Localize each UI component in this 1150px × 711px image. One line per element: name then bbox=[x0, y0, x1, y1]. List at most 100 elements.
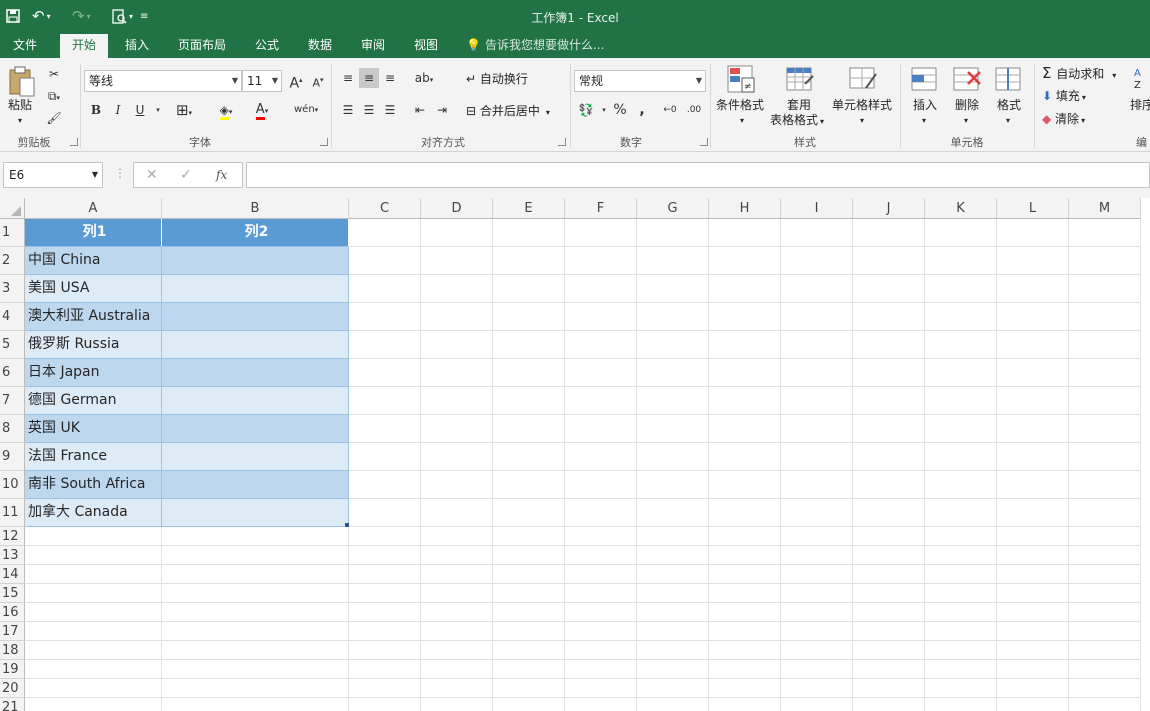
row-header[interactable]: 13 bbox=[0, 546, 25, 565]
cell[interactable] bbox=[565, 546, 637, 565]
cell[interactable] bbox=[1069, 275, 1141, 303]
fill-color-icon[interactable]: ◈▾ bbox=[216, 100, 236, 120]
select-all-corner[interactable] bbox=[0, 198, 25, 219]
cell[interactable] bbox=[565, 331, 637, 359]
chevron-down-icon[interactable]: ▾ bbox=[860, 114, 864, 128]
row-header[interactable]: 3 bbox=[0, 275, 25, 303]
sort-filter-icon[interactable]: AZ bbox=[1132, 64, 1150, 94]
cell[interactable] bbox=[349, 331, 421, 359]
cell[interactable] bbox=[997, 471, 1069, 499]
cell[interactable] bbox=[349, 247, 421, 275]
table-cell[interactable] bbox=[162, 303, 349, 331]
cell[interactable] bbox=[421, 443, 493, 471]
conditional-formatting-button[interactable]: 条件格式 bbox=[716, 98, 764, 112]
format-cells-button[interactable]: 格式 bbox=[997, 98, 1021, 112]
column-header[interactable]: H bbox=[709, 198, 781, 219]
cell[interactable] bbox=[997, 584, 1069, 603]
cell[interactable] bbox=[925, 303, 997, 331]
row-header[interactable]: 2 bbox=[0, 247, 25, 275]
cell[interactable] bbox=[925, 660, 997, 679]
format-as-table-icon[interactable] bbox=[785, 64, 815, 94]
cell[interactable] bbox=[493, 698, 565, 711]
cell[interactable] bbox=[709, 584, 781, 603]
cell[interactable] bbox=[493, 359, 565, 387]
table-cell[interactable]: 澳大利亚 Australia bbox=[25, 303, 162, 331]
row-header[interactable]: 1 bbox=[0, 219, 25, 247]
cell[interactable] bbox=[421, 603, 493, 622]
cell[interactable] bbox=[781, 603, 853, 622]
cell[interactable] bbox=[565, 275, 637, 303]
cell[interactable] bbox=[493, 499, 565, 527]
clipboard-launcher-icon[interactable] bbox=[70, 138, 78, 146]
cell[interactable] bbox=[349, 275, 421, 303]
table-resize-handle[interactable] bbox=[345, 523, 349, 527]
align-left-icon[interactable]: ☰ bbox=[338, 100, 358, 120]
italic-button[interactable]: I bbox=[108, 100, 128, 120]
phonetic-guide-icon[interactable]: wén▾ bbox=[294, 100, 318, 120]
comma-button[interactable]: , bbox=[632, 100, 652, 120]
cell[interactable] bbox=[421, 275, 493, 303]
cell[interactable] bbox=[493, 275, 565, 303]
underline-button[interactable]: U bbox=[130, 100, 150, 120]
autosum-button[interactable]: Σ 自动求和 ▾ bbox=[1042, 66, 1116, 83]
cell[interactable] bbox=[349, 219, 421, 247]
cell[interactable] bbox=[853, 275, 925, 303]
table-cell[interactable] bbox=[162, 471, 349, 499]
cell[interactable] bbox=[997, 546, 1069, 565]
number-launcher-icon[interactable] bbox=[700, 138, 708, 146]
cell[interactable] bbox=[853, 415, 925, 443]
cell[interactable] bbox=[421, 359, 493, 387]
cell[interactable] bbox=[565, 359, 637, 387]
cell[interactable] bbox=[565, 679, 637, 698]
cell[interactable] bbox=[925, 679, 997, 698]
cell[interactable] bbox=[637, 679, 709, 698]
cell[interactable] bbox=[781, 359, 853, 387]
table-cell[interactable] bbox=[162, 499, 349, 527]
column-header[interactable]: L bbox=[997, 198, 1069, 219]
cell[interactable] bbox=[349, 359, 421, 387]
cell[interactable] bbox=[1069, 303, 1141, 331]
cell[interactable] bbox=[493, 622, 565, 641]
column-header[interactable]: D bbox=[421, 198, 493, 219]
cell[interactable] bbox=[421, 641, 493, 660]
cell[interactable] bbox=[349, 443, 421, 471]
align-bottom-icon[interactable]: ≡ bbox=[380, 68, 400, 88]
cell[interactable] bbox=[637, 275, 709, 303]
cell[interactable] bbox=[349, 471, 421, 499]
cell[interactable] bbox=[781, 641, 853, 660]
tab-page-layout[interactable]: 页面布局 bbox=[170, 32, 234, 58]
delete-cells-button[interactable]: 删除 bbox=[955, 98, 979, 112]
cell[interactable] bbox=[421, 303, 493, 331]
cell[interactable] bbox=[925, 641, 997, 660]
table-cell[interactable] bbox=[162, 247, 349, 275]
cell[interactable] bbox=[997, 247, 1069, 275]
cell[interactable] bbox=[25, 565, 162, 584]
cell[interactable] bbox=[162, 679, 349, 698]
cell[interactable] bbox=[853, 303, 925, 331]
table-cell[interactable]: 俄罗斯 Russia bbox=[25, 331, 162, 359]
cancel-icon[interactable]: ✕ bbox=[146, 167, 158, 183]
cell[interactable] bbox=[781, 275, 853, 303]
table-cell[interactable]: 德国 German bbox=[25, 387, 162, 415]
cell[interactable] bbox=[637, 603, 709, 622]
cell[interactable] bbox=[637, 415, 709, 443]
table-cell[interactable] bbox=[162, 415, 349, 443]
cell[interactable] bbox=[853, 359, 925, 387]
cell[interactable] bbox=[421, 622, 493, 641]
cell[interactable] bbox=[349, 679, 421, 698]
cell[interactable] bbox=[565, 247, 637, 275]
row-header[interactable]: 10 bbox=[0, 471, 25, 499]
row-header[interactable]: 8 bbox=[0, 415, 25, 443]
cell[interactable] bbox=[853, 622, 925, 641]
cell[interactable] bbox=[565, 471, 637, 499]
cell[interactable] bbox=[493, 641, 565, 660]
cell[interactable] bbox=[1069, 387, 1141, 415]
cell[interactable] bbox=[421, 679, 493, 698]
cell[interactable] bbox=[25, 546, 162, 565]
cell[interactable] bbox=[421, 331, 493, 359]
sort-filter-button[interactable]: 排序 bbox=[1130, 98, 1150, 112]
row-header[interactable]: 12 bbox=[0, 527, 25, 546]
cell[interactable] bbox=[637, 443, 709, 471]
cell[interactable] bbox=[853, 443, 925, 471]
cell[interactable] bbox=[565, 443, 637, 471]
